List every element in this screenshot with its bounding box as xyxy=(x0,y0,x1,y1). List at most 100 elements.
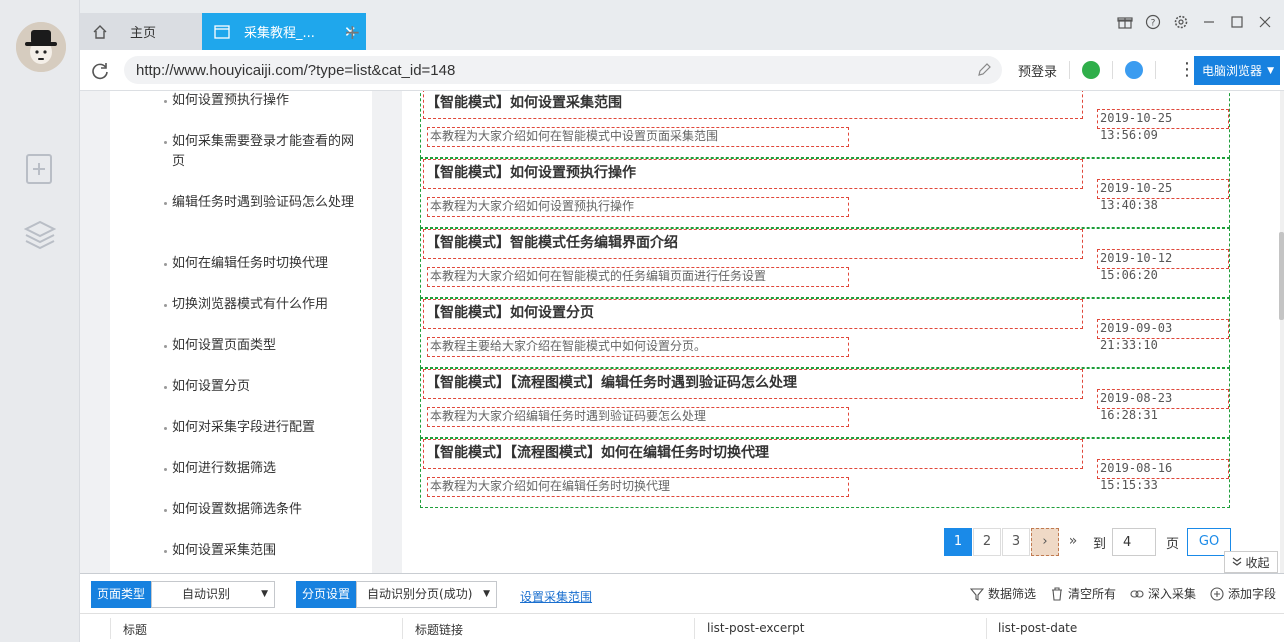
edit-url-icon[interactable] xyxy=(976,62,992,78)
set-range-link[interactable]: 设置采集范围 xyxy=(520,588,592,605)
ua-icon[interactable] xyxy=(1125,61,1144,79)
address-actions: 预登录 ⋮ xyxy=(1010,50,1206,90)
tab-active-label: 采集教程_... xyxy=(244,26,315,41)
list-item[interactable]: 【智能模式】如何设置采集范围 2019-10-25 13:56:09 本教程为大… xyxy=(420,91,1230,158)
paging-group: 分页设置 自动识别分页(成功) ▼ xyxy=(296,581,498,608)
help-icon[interactable]: ? xyxy=(1144,14,1162,32)
proxy-icon[interactable] xyxy=(1082,61,1101,79)
pagination: 1 2 3 › » 到 页 GO xyxy=(944,528,1232,556)
scrollbar-track[interactable] xyxy=(1280,91,1284,573)
article-date: 2019-10-12 15:06:20 xyxy=(1097,249,1229,282)
sidebar-item[interactable]: 编辑任务时遇到验证码怎么处理 xyxy=(164,193,358,213)
tutorial-sidebar: 如何设置预执行操作 如何采集需要登录才能查看的网页 编辑任务时遇到验证码怎么处理… xyxy=(110,91,372,573)
layers-icon[interactable] xyxy=(23,218,57,250)
tab-active[interactable]: 采集教程_... ✕ xyxy=(202,13,366,50)
collapse-label: 收起 xyxy=(1245,555,1270,570)
left-rail xyxy=(0,0,80,642)
prelogin-button[interactable]: 预登录 xyxy=(1018,61,1057,80)
gift-icon[interactable] xyxy=(1116,14,1134,32)
chevron-down-icon: ▼ xyxy=(483,589,491,599)
column-header[interactable]: list-post-date xyxy=(998,621,1077,635)
column-divider xyxy=(110,618,111,639)
sidebar-item[interactable]: 如何设置分页 xyxy=(164,377,358,397)
page-button-1[interactable]: 1 xyxy=(944,528,972,556)
page-type-select[interactable]: 自动识别 ▼ xyxy=(151,581,276,608)
close-window-icon[interactable] xyxy=(1256,14,1274,32)
deep-collect-label: 深入采集 xyxy=(1147,587,1196,601)
next-page-button[interactable]: › xyxy=(1031,528,1059,556)
clear-all-button[interactable]: 清空所有 xyxy=(1050,585,1116,602)
article-date: 2019-10-25 13:40:38 xyxy=(1097,179,1229,212)
page-number-input[interactable] xyxy=(1112,528,1157,556)
last-page-button[interactable]: » xyxy=(1060,528,1086,556)
goto-label: 到 xyxy=(1093,536,1107,552)
column-header[interactable]: 标题 xyxy=(123,621,147,638)
sidebar-item[interactable]: 如何设置预执行操作 xyxy=(164,91,358,111)
article-excerpt: 本教程主要给大家介绍在智能模式中如何设置分页。 xyxy=(427,337,849,357)
page-button-2[interactable]: 2 xyxy=(973,528,1001,556)
sidebar-item[interactable]: 如何在编辑任务时切换代理 xyxy=(164,254,358,274)
page-unit-label: 页 xyxy=(1166,536,1180,552)
sidebar-item[interactable]: 如何设置页面类型 xyxy=(164,336,358,356)
sidebar-item[interactable]: 如何采集需要登录才能查看的网页 xyxy=(164,132,358,172)
add-circle-icon xyxy=(1210,586,1224,601)
paging-value: 自动识别分页(成功) xyxy=(367,587,473,601)
tab-home[interactable]: 主页 xyxy=(80,13,202,50)
deep-collect-button[interactable]: 深入采集 xyxy=(1130,585,1196,602)
paging-label: 分页设置 xyxy=(296,581,357,608)
minimize-icon[interactable] xyxy=(1200,14,1218,32)
filter-icon xyxy=(969,587,984,601)
chevron-down-icon: ▼ xyxy=(261,589,269,599)
list-item[interactable]: 【智能模式】【流程图模式】如何在编辑任务时切换代理 2019-08-16 15:… xyxy=(420,438,1230,508)
list-item[interactable]: 【智能模式】智能模式任务编辑界面介绍 2019-10-12 15:06:20 本… xyxy=(420,228,1230,298)
double-chevron-down-icon xyxy=(1233,557,1242,566)
page-type-group: 页面类型 自动识别 ▼ xyxy=(91,581,276,608)
paging-select[interactable]: 自动识别分页(成功) ▼ xyxy=(356,581,498,608)
link-icon xyxy=(1130,589,1144,598)
page-icon xyxy=(214,24,230,39)
sidebar-item[interactable]: 如何进行数据筛选 xyxy=(164,459,358,479)
home-icon xyxy=(93,24,107,39)
maximize-icon[interactable] xyxy=(1228,14,1246,32)
filter-button[interactable]: 数据筛选 xyxy=(969,585,1036,602)
sidebar-item[interactable]: 如何设置数据筛选条件 xyxy=(164,500,358,520)
new-tab-icon[interactable]: + xyxy=(344,20,361,44)
article-excerpt: 本教程为大家介绍如何在编辑任务时切换代理 xyxy=(427,477,849,497)
avatar[interactable] xyxy=(16,22,66,72)
article-title[interactable]: 【智能模式】如何设置采集范围 xyxy=(423,91,1083,119)
reload-icon[interactable] xyxy=(90,61,110,81)
article-date: 2019-08-23 16:28:31 xyxy=(1097,389,1229,422)
sidebar-item[interactable]: 如何对采集字段进行配置 xyxy=(164,418,358,438)
add-field-label: 添加字段 xyxy=(1227,587,1276,601)
add-field-button[interactable]: 添加字段 xyxy=(1210,585,1276,602)
list-item[interactable]: 【智能模式】如何设置预执行操作 2019-10-25 13:40:38 本教程为… xyxy=(420,158,1230,228)
article-title[interactable]: 【智能模式】如何设置分页 xyxy=(423,299,1083,329)
trash-icon xyxy=(1051,586,1062,601)
url-field[interactable]: http://www.houyicaiji.com/?type=list&cat… xyxy=(124,56,1002,84)
column-header[interactable]: 标题链接 xyxy=(415,621,463,638)
sidebar-item[interactable]: 如何设置采集范围 xyxy=(164,541,358,561)
article-title[interactable]: 【智能模式】智能模式任务编辑界面介绍 xyxy=(423,229,1083,259)
article-title[interactable]: 【智能模式】【流程图模式】如何在编辑任务时切换代理 xyxy=(423,439,1083,469)
scrollbar-thumb[interactable] xyxy=(1279,232,1284,320)
column-divider xyxy=(986,618,987,639)
column-divider xyxy=(402,618,403,639)
column-header[interactable]: list-post-excerpt xyxy=(707,621,805,635)
chevron-down-icon: ▼ xyxy=(1267,65,1274,76)
settings-icon[interactable] xyxy=(1172,14,1190,32)
article-excerpt: 本教程为大家介绍如何在智能模式中设置页面采集范围 xyxy=(427,127,849,147)
browser-mode-dropdown[interactable]: 电脑浏览器 ▼ xyxy=(1194,56,1280,85)
list-item[interactable]: 【智能模式】如何设置分页 2019-09-03 21:33:10 本教程主要给大… xyxy=(420,298,1230,368)
column-divider xyxy=(694,618,695,639)
article-excerpt: 本教程为大家介绍如何设置预执行操作 xyxy=(427,197,849,217)
sidebar-item[interactable]: 切换浏览器模式有什么作用 xyxy=(164,295,358,315)
article-title[interactable]: 【智能模式】【流程图模式】编辑任务时遇到验证码怎么处理 xyxy=(423,369,1083,399)
article-date: 2019-09-03 21:33:10 xyxy=(1097,319,1229,352)
page-button-3[interactable]: 3 xyxy=(1002,528,1030,556)
article-title[interactable]: 【智能模式】如何设置预执行操作 xyxy=(423,159,1083,189)
list-item[interactable]: 【智能模式】【流程图模式】编辑任务时遇到验证码怎么处理 2019-08-23 1… xyxy=(420,368,1230,438)
address-bar: http://www.houyicaiji.com/?type=list&cat… xyxy=(80,50,1284,91)
new-task-icon[interactable] xyxy=(24,153,56,185)
url-text[interactable]: http://www.houyicaiji.com/?type=list&cat… xyxy=(136,62,455,79)
collapse-button[interactable]: 收起 xyxy=(1224,551,1278,573)
